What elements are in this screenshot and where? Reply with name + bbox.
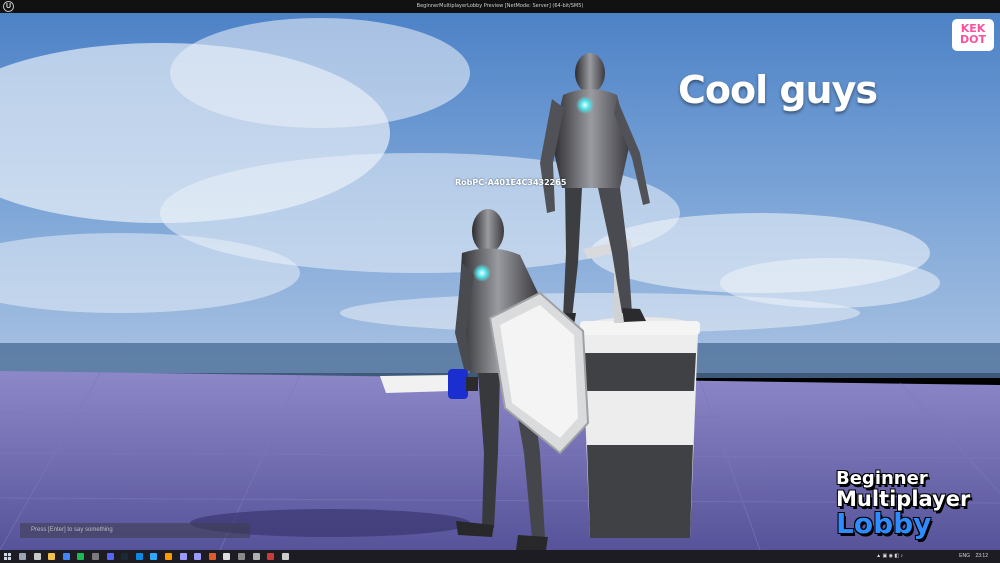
obs-icon[interactable] bbox=[238, 553, 245, 560]
kekdot-brand-logo: KEK DOT bbox=[952, 19, 994, 51]
unreal-engine-icon[interactable] bbox=[223, 553, 231, 560]
logo-line-1: Beginner bbox=[836, 468, 928, 489]
chat-input[interactable]: Press [Enter] to say something bbox=[20, 523, 250, 538]
brand-line-2: DOT bbox=[960, 33, 986, 46]
game-viewport[interactable]: KEK DOT Cool guys RobPC-A401E4C3432265 P… bbox=[0, 13, 1000, 550]
caption-text: Cool guys bbox=[678, 68, 878, 112]
search-icon[interactable] bbox=[19, 553, 26, 560]
chrome-icon[interactable] bbox=[62, 553, 70, 560]
steam-icon[interactable] bbox=[121, 553, 129, 560]
game-title-logo: Beginner Multiplayer Lobby bbox=[836, 470, 986, 538]
file-explorer-icon[interactable] bbox=[48, 553, 56, 560]
player-name-tag: RobPC-A401E4C3432265 bbox=[455, 178, 567, 187]
photoshop-icon[interactable] bbox=[150, 553, 158, 560]
language-indicator[interactable]: ENG bbox=[959, 550, 970, 563]
app-icon[interactable] bbox=[267, 553, 275, 560]
vs-code-icon[interactable] bbox=[135, 553, 143, 560]
window-title: BeginnerMultiplayerLobby Preview [NetMod… bbox=[416, 3, 584, 9]
illustrator-icon[interactable] bbox=[165, 553, 172, 560]
app-icon[interactable] bbox=[252, 553, 260, 560]
discord-icon[interactable] bbox=[106, 553, 114, 560]
logo-line-3: Lobby bbox=[836, 507, 932, 540]
clock[interactable]: 23:12 bbox=[975, 550, 988, 563]
premiere-icon[interactable] bbox=[179, 553, 187, 560]
task-view-icon[interactable] bbox=[33, 553, 41, 560]
tray-icons: ▲ ▣ ◉ ◧ ♪ bbox=[876, 553, 903, 559]
app-icon[interactable] bbox=[281, 553, 289, 560]
media-icon[interactable] bbox=[208, 553, 216, 560]
after-effects-icon[interactable] bbox=[194, 553, 202, 560]
windows-start-icon[interactable] bbox=[4, 553, 11, 560]
app-icon[interactable] bbox=[92, 553, 99, 560]
windows-taskbar: ▲ ▣ ◉ ◧ ♪ ENG 23:12 bbox=[0, 550, 1000, 563]
window-titlebar[interactable]: U BeginnerMultiplayerLobby Preview [NetM… bbox=[0, 0, 1000, 13]
spotify-icon[interactable] bbox=[77, 553, 85, 560]
